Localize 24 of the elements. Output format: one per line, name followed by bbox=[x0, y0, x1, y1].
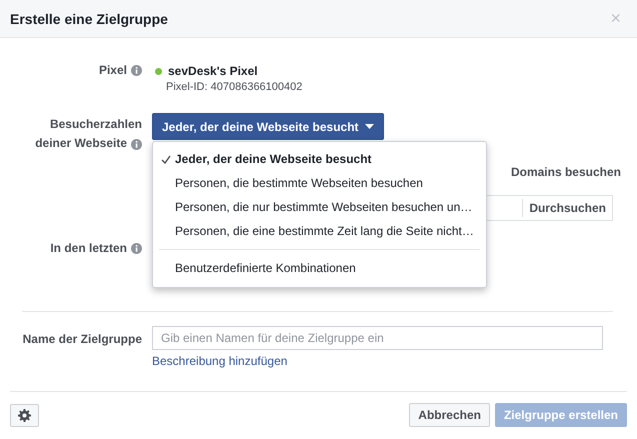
field-label: Name der Zielgruppe bbox=[22, 332, 142, 346]
pixel-id: Pixel-ID: 407086366100402 bbox=[166, 81, 304, 93]
check-icon bbox=[161, 155, 171, 164]
info-icon[interactable] bbox=[131, 243, 142, 254]
info-icon[interactable] bbox=[131, 139, 142, 150]
settings-button[interactable] bbox=[10, 404, 39, 426]
caret-icon bbox=[364, 124, 374, 129]
add-description-link[interactable]: Beschreibung hinzufügen bbox=[152, 354, 613, 368]
field-label: Pixel bbox=[98, 63, 127, 77]
menu-item[interactable]: Personen, die bestimmte Webseiten besuchen bbox=[153, 171, 486, 195]
cancel-button[interactable]: Abbrechen bbox=[409, 403, 490, 427]
field-label: In den letzten bbox=[50, 241, 127, 255]
pixel-name: sevDesk's Pixel bbox=[168, 64, 258, 78]
audience-dropdown[interactable]: Jeder, der deine Webseite besucht bbox=[152, 113, 384, 140]
field-label: Besucherzahlen bbox=[50, 117, 142, 132]
menu-item[interactable]: Benutzerdefinierte Kombinationen bbox=[153, 256, 486, 280]
field-label: deiner Webseite bbox=[35, 136, 127, 151]
option-label: Domains besuchen bbox=[510, 165, 621, 179]
menu-item[interactable]: Personen, die eine bestimmte Zeit lang die Seite nicht… bbox=[153, 219, 486, 243]
name-input[interactable]: Gib einen Namen für deine Zielgruppe ein bbox=[152, 326, 603, 350]
info-icon[interactable] bbox=[131, 65, 142, 76]
menu-item[interactable]: Jeder, der deine Webseite besucht bbox=[153, 147, 486, 171]
settings-icon bbox=[18, 408, 31, 422]
window-title: Erstelle eine Zielgruppe bbox=[10, 10, 169, 26]
